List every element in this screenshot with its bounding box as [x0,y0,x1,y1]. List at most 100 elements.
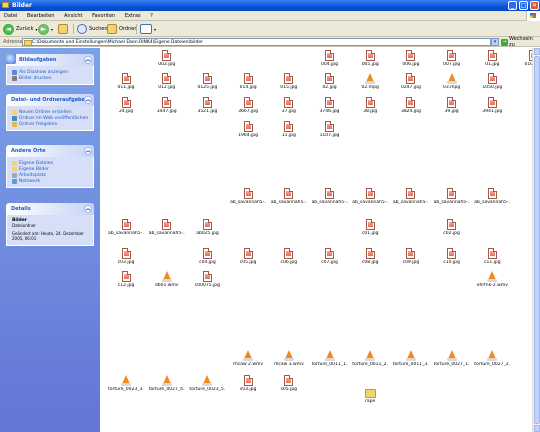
file-item[interactable]: rhcaw 3.wmv [271,350,307,367]
search-button[interactable]: Suchen [77,23,108,35]
menu-help[interactable]: ? [146,11,157,19]
file-item[interactable]: 015.jpg [271,73,307,90]
file-item[interactable]: 3667.jpg [230,97,266,114]
up-folder-button[interactable] [58,23,68,35]
menu-datei[interactable]: Datei [0,11,21,19]
file-item[interactable]: 24.jpg [108,97,144,114]
file-item[interactable]: ab_savannah5-... [271,188,307,205]
title-bar[interactable]: Bilder _ □ ✕ [0,0,540,11]
file-item[interactable]: torture_0011_3... [393,350,429,367]
forward-button[interactable]: ► ▾ [38,23,53,35]
minimize-button[interactable]: _ [508,1,517,10]
file-item[interactable]: 3824.jpg [393,97,429,114]
file-item[interactable]: 01.jpg [474,50,510,67]
folder-item[interactable]: rape [352,388,388,404]
file-item[interactable]: torture_0027_4... [149,375,185,392]
file-item[interactable]: torture_0011_1... [312,350,348,367]
file-item[interactable]: c03.jpg [108,248,144,265]
menu-ansicht[interactable]: Ansicht [60,11,86,19]
file-item[interactable]: 0125.jpg [189,73,225,90]
menu-extras[interactable]: Extras [121,11,145,19]
file-item[interactable]: 002.jpg [149,50,185,67]
file-item[interactable]: ab_savannah5-... [108,219,144,236]
file-tasks-header[interactable]: Datei- und Ordneraufgaben ︽ [6,94,94,106]
file-item[interactable]: 1964.jpg [230,121,266,138]
collapse-chevron-icon[interactable]: ︽ [84,205,92,213]
file-item[interactable]: c12.jpg [108,271,144,288]
task-print-pictures[interactable]: Bilder drucken [12,75,89,81]
folders-button[interactable]: Ordner [107,23,136,35]
details-header[interactable]: Details ︽ [6,203,94,215]
menu-favoriten[interactable]: Favoriten [88,11,119,19]
file-item[interactable]: 1107.jpg [312,121,348,138]
address-dropdown-button[interactable]: ▾ [491,38,499,46]
file-item[interactable]: 014.jpg [230,73,266,90]
file-item[interactable]: 11.jpg [271,121,307,138]
file-item[interactable]: ab025.jpg [189,219,225,236]
file-item[interactable]: s03.jpg [230,375,266,392]
other-places-header[interactable]: Andere Orte ︽ [6,145,94,157]
file-item[interactable]: c04.jpg [189,248,225,265]
scroll-down-arrow[interactable] [534,425,540,432]
file-item[interactable]: c01.jpg [352,219,388,236]
file-item[interactable]: torture_0023_3... [108,375,144,392]
file-item[interactable]: 1050.jpg [474,73,510,90]
vertical-scrollbar[interactable] [532,48,540,432]
back-button[interactable]: ◄ Zurück ▾ [3,23,37,35]
file-item[interactable]: c02.jpg [434,219,470,236]
file-item[interactable]: 3447.jpg [149,97,185,114]
file-item[interactable]: torture_0027_2... [474,350,510,367]
file-item[interactable]: c09.jpg [393,248,429,265]
file-item[interactable]: 3746.jpg [312,97,348,114]
views-button[interactable]: ▾ [140,23,156,35]
file-item[interactable]: db01.wmv [149,271,185,288]
collapse-chevron-icon[interactable]: ︽ [84,147,92,155]
file-item[interactable]: c06.jpg [271,248,307,265]
file-item[interactable]: 007.jpg [434,50,470,67]
file-item[interactable]: s05.jpg [271,375,307,392]
file-item[interactable]: 02.mpg [352,73,388,90]
file-item[interactable]: ab_savannah5-... [149,219,185,236]
file-item[interactable]: 0247.jpg [393,73,429,90]
file-item[interactable]: 012.jpg [149,73,185,90]
file-item[interactable]: c11.jpg [474,248,510,265]
file-item[interactable]: rhcaw 2.wmv [230,350,266,367]
go-button[interactable]: → Wechseln zu [501,36,540,48]
file-item[interactable]: 006.jpg [393,50,429,67]
file-item[interactable]: 02.jpg [312,73,348,90]
file-item[interactable]: 39.jpg [434,97,470,114]
file-item[interactable]: ab_savannah5-... [393,188,429,205]
file-item[interactable]: ab_savannah5-... [474,188,510,205]
menu-bearbeiten[interactable]: Bearbeiten [23,11,58,19]
collapse-chevron-icon[interactable]: ︽ [84,56,92,64]
file-item[interactable]: c05.jpg [230,248,266,265]
address-input[interactable]: C:\Dokumente und Einstellungen\Michael E… [22,38,491,46]
file-list-view[interactable]: 002.jpg 004.jpg 005.jpg 006.jpg 007.jpg 01.jp… [100,48,540,432]
task-share-folder[interactable]: Ordner freigeben [12,121,89,127]
maximize-button[interactable]: □ [519,1,528,10]
collapse-chevron-icon[interactable]: ︽ [84,96,92,104]
file-item[interactable]: 37.jpg [271,97,307,114]
file-item[interactable]: c07.jpg [312,248,348,265]
task-publish-web[interactable]: Ordner im Web veröffentlichen [12,115,89,121]
file-item[interactable]: 03.mpg [434,73,470,90]
close-button[interactable]: ✕ [530,1,539,10]
file-item[interactable]: 005.jpg [352,50,388,67]
place-network[interactable]: Netzwerk [12,178,89,184]
file-item[interactable]: ehrfnk-2.wmv [474,271,510,288]
file-item[interactable]: c08.jpg [352,248,388,265]
file-item[interactable]: torture_0023_5... [189,375,225,392]
file-item[interactable]: 004.jpg [312,50,348,67]
scroll-up-arrow[interactable] [534,48,540,55]
file-item[interactable]: c10.jpg [434,248,470,265]
file-item[interactable]: torture_0011_2... [352,350,388,367]
file-item[interactable]: ab_savannah5-... [230,188,266,205]
picture-tasks-header[interactable]: Bildaufgaben ︽ [6,54,94,66]
file-item[interactable]: ab_savannah5-... [434,188,470,205]
file-item[interactable]: 3521.jpg [189,97,225,114]
file-item[interactable]: 3941.jpg [474,97,510,114]
file-item[interactable]: 38.jpg [352,97,388,114]
file-item[interactable]: c00075.jpg [189,271,225,288]
file-item[interactable]: ab_savannah5-... [352,188,388,205]
file-item[interactable]: ab_savannah5-... [312,188,348,205]
